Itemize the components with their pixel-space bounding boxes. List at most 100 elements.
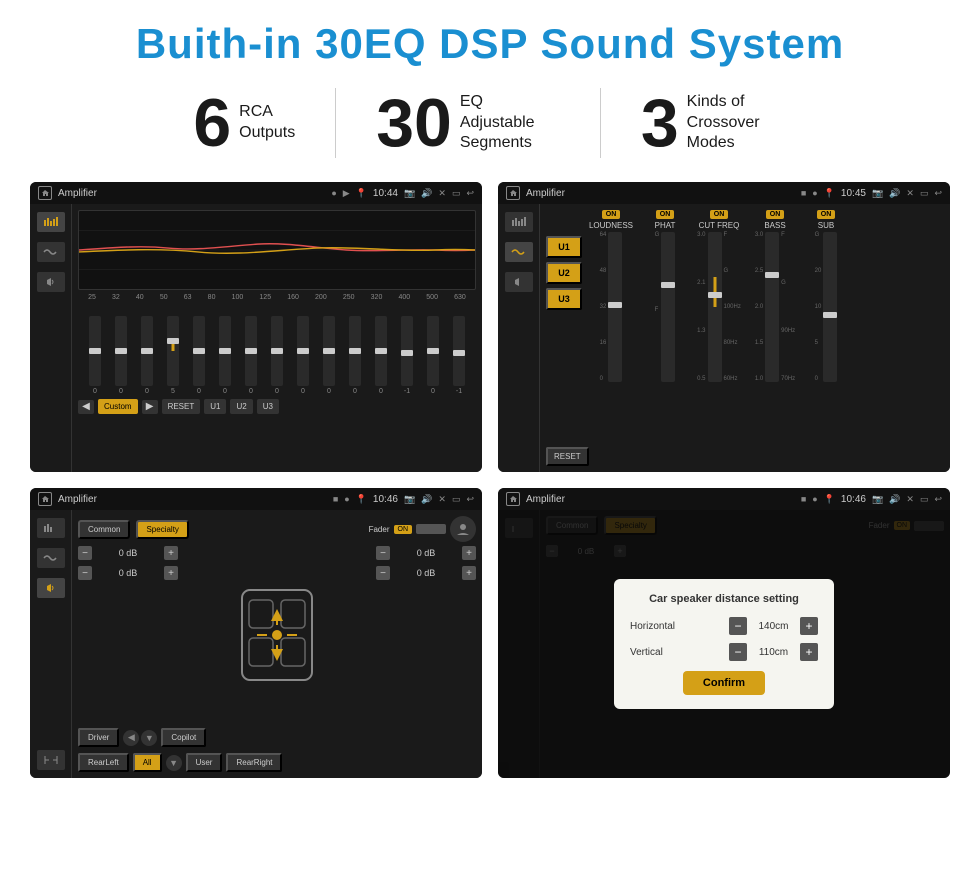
eq-sidebar-speaker-icon[interactable] [37, 272, 65, 292]
eq-freq-labels: 25 32 40 50 63 80 100 125 160 200 250 32… [78, 294, 476, 301]
driver-button[interactable]: Driver [78, 728, 119, 747]
eq-slider-11[interactable]: 0 [375, 316, 387, 395]
crossover-u2-button[interactable]: U2 [546, 262, 582, 284]
eq-slider-0[interactable]: 0 [89, 316, 101, 395]
stat-eq: 30 EQ AdjustableSegments [336, 89, 600, 157]
speaker-left-panel: − 0 dB + − 0 dB + [78, 546, 178, 724]
eq-next-button[interactable]: ▶ [142, 400, 158, 414]
crossover-u1-button[interactable]: U1 [546, 236, 582, 258]
db-val-4: 0 dB [393, 568, 459, 578]
rearright-button[interactable]: RearRight [226, 753, 282, 772]
eq-sidebar [30, 204, 72, 472]
eq-slider-5[interactable]: 0 [219, 316, 231, 395]
eq-reset-button[interactable]: RESET [162, 399, 201, 414]
db-plus-3[interactable]: + [462, 546, 476, 560]
eq-slider-3[interactable]: 5 [167, 316, 179, 395]
crossover-sidebar-eq-icon[interactable] [505, 212, 533, 232]
channel-sub: ON SUB G201050 [806, 210, 846, 382]
eq-slider-14[interactable]: -1 [453, 316, 465, 395]
dialog-topbar: Amplifier ■ ● 📍 10:46 📷 🔊 ✕ ▭ ↩ [498, 488, 950, 510]
vertical-value: 110cm [751, 647, 796, 658]
eq-slider-8[interactable]: 0 [297, 316, 309, 395]
vertical-plus-button[interactable]: + [800, 643, 818, 661]
crossover-topbar-title: Amplifier [526, 188, 795, 199]
eq-sidebar-eq-icon[interactable] [37, 212, 65, 232]
speaker-topbar: Amplifier ■ ● 📍 10:46 📷 🔊 ✕ ▭ ↩ [30, 488, 482, 510]
next-arrow[interactable]: ▼ [141, 730, 157, 746]
db-plus-2[interactable]: + [164, 566, 178, 580]
speaker-sidebar-eq-icon[interactable] [37, 518, 65, 538]
eq-camera-icon: 📷 [404, 188, 415, 199]
vertical-controls: − 110cm + [729, 643, 818, 661]
horizontal-plus-button[interactable]: + [800, 617, 818, 635]
tab-specialty-button[interactable]: Specialty [136, 520, 188, 539]
rearleft-button[interactable]: RearLeft [78, 753, 129, 772]
dialog-sq-icon: ■ [801, 494, 806, 504]
eq-slider-9[interactable]: 0 [323, 316, 335, 395]
copilot-button[interactable]: Copilot [161, 728, 206, 747]
crossover-time: 10:45 [841, 188, 866, 199]
speaker-sidebar-wave-icon[interactable] [37, 548, 65, 568]
eq-u3-button[interactable]: U3 [257, 399, 279, 414]
crossover-back-icon: ↩ [934, 188, 942, 199]
eq-sidebar-wave-icon[interactable] [37, 242, 65, 262]
db-plus-4[interactable]: + [462, 566, 476, 580]
db-plus-1[interactable]: + [164, 546, 178, 560]
eq-slider-1[interactable]: 0 [115, 316, 127, 395]
eq-u1-button[interactable]: U1 [204, 399, 226, 414]
speaker-content: Common Specialty Fader ON [30, 510, 482, 778]
horizontal-minus-button[interactable]: − [729, 617, 747, 635]
vertical-minus-button[interactable]: − [729, 643, 747, 661]
eq-slider-2[interactable]: 0 [141, 316, 153, 395]
crossover-rect-icon: ▭ [920, 188, 929, 199]
eq-custom-button[interactable]: Custom [98, 399, 138, 414]
speaker-nav: ◀ ▼ [123, 730, 157, 746]
eq-slider-10[interactable]: 0 [349, 316, 361, 395]
user-button[interactable]: User [186, 753, 223, 772]
speaker-sidebar-speaker-icon[interactable] [37, 578, 65, 598]
eq-prev-button[interactable]: ◀ [78, 400, 94, 414]
db-minus-4[interactable]: − [376, 566, 390, 580]
down-arrow[interactable]: ▼ [166, 755, 182, 771]
speaker-dot-icon: ● [344, 494, 349, 504]
all-button[interactable]: All [133, 753, 162, 772]
eq-vol-icon: 🔊 [421, 188, 432, 199]
crossover-sidebar-wave-icon[interactable] [505, 242, 533, 262]
dialog-overlay: Car speaker distance setting Horizontal … [498, 510, 950, 778]
dialog-back-icon: ↩ [934, 494, 942, 505]
tab-common-button[interactable]: Common [78, 520, 130, 539]
confirm-button[interactable]: Confirm [683, 671, 765, 695]
db-minus-1[interactable]: − [78, 546, 92, 560]
crossover-u3-button[interactable]: U3 [546, 288, 582, 310]
stat-crossover-label: Kinds ofCrossover Modes [687, 92, 787, 154]
distance-dialog: Car speaker distance setting Horizontal … [614, 579, 834, 709]
eq-slider-12[interactable]: -1 [401, 316, 413, 395]
fader-slider[interactable] [416, 524, 446, 534]
speaker-screen: Amplifier ■ ● 📍 10:46 📷 🔊 ✕ ▭ ↩ [30, 488, 482, 778]
eq-u2-button[interactable]: U2 [230, 399, 252, 414]
bottom-row: RearLeft All ▼ User RearRight [78, 753, 476, 772]
crossover-sidebar-speaker-icon[interactable] [505, 272, 533, 292]
crossover-reset-button[interactable]: RESET [546, 447, 589, 466]
eq-content: 25 32 40 50 63 80 100 125 160 200 250 32… [30, 204, 482, 472]
crossover-home-icon [506, 186, 520, 200]
eq-slider-13[interactable]: 0 [427, 316, 439, 395]
speaker-rect-icon: ▭ [452, 494, 461, 505]
db-minus-3[interactable]: − [376, 546, 390, 560]
eq-slider-7[interactable]: 0 [271, 316, 283, 395]
dialog-home-icon [506, 492, 520, 506]
channel-phat: ON PHAT GF [642, 210, 688, 382]
db-minus-2[interactable]: − [78, 566, 92, 580]
fader-label: Fader [369, 525, 390, 534]
stat-rca: 6 RCAOutputs [153, 89, 335, 157]
speaker-sidebar-expand-icon[interactable] [37, 750, 65, 770]
prev-arrow[interactable]: ◀ [123, 730, 139, 746]
crossover-sidebar [498, 204, 540, 472]
home-icon [38, 186, 52, 200]
screenshots-grid: Amplifier ● ▶ 📍 10:44 📷 🔊 ✕ ▭ ↩ [30, 182, 950, 778]
crossover-location-icon: 📍 [824, 188, 835, 199]
speaker-main-panel: Common Specialty Fader ON [72, 510, 482, 778]
eq-slider-4[interactable]: 0 [193, 316, 205, 395]
eq-slider-6[interactable]: 0 [245, 316, 257, 395]
speaker-sidebar [30, 510, 72, 778]
